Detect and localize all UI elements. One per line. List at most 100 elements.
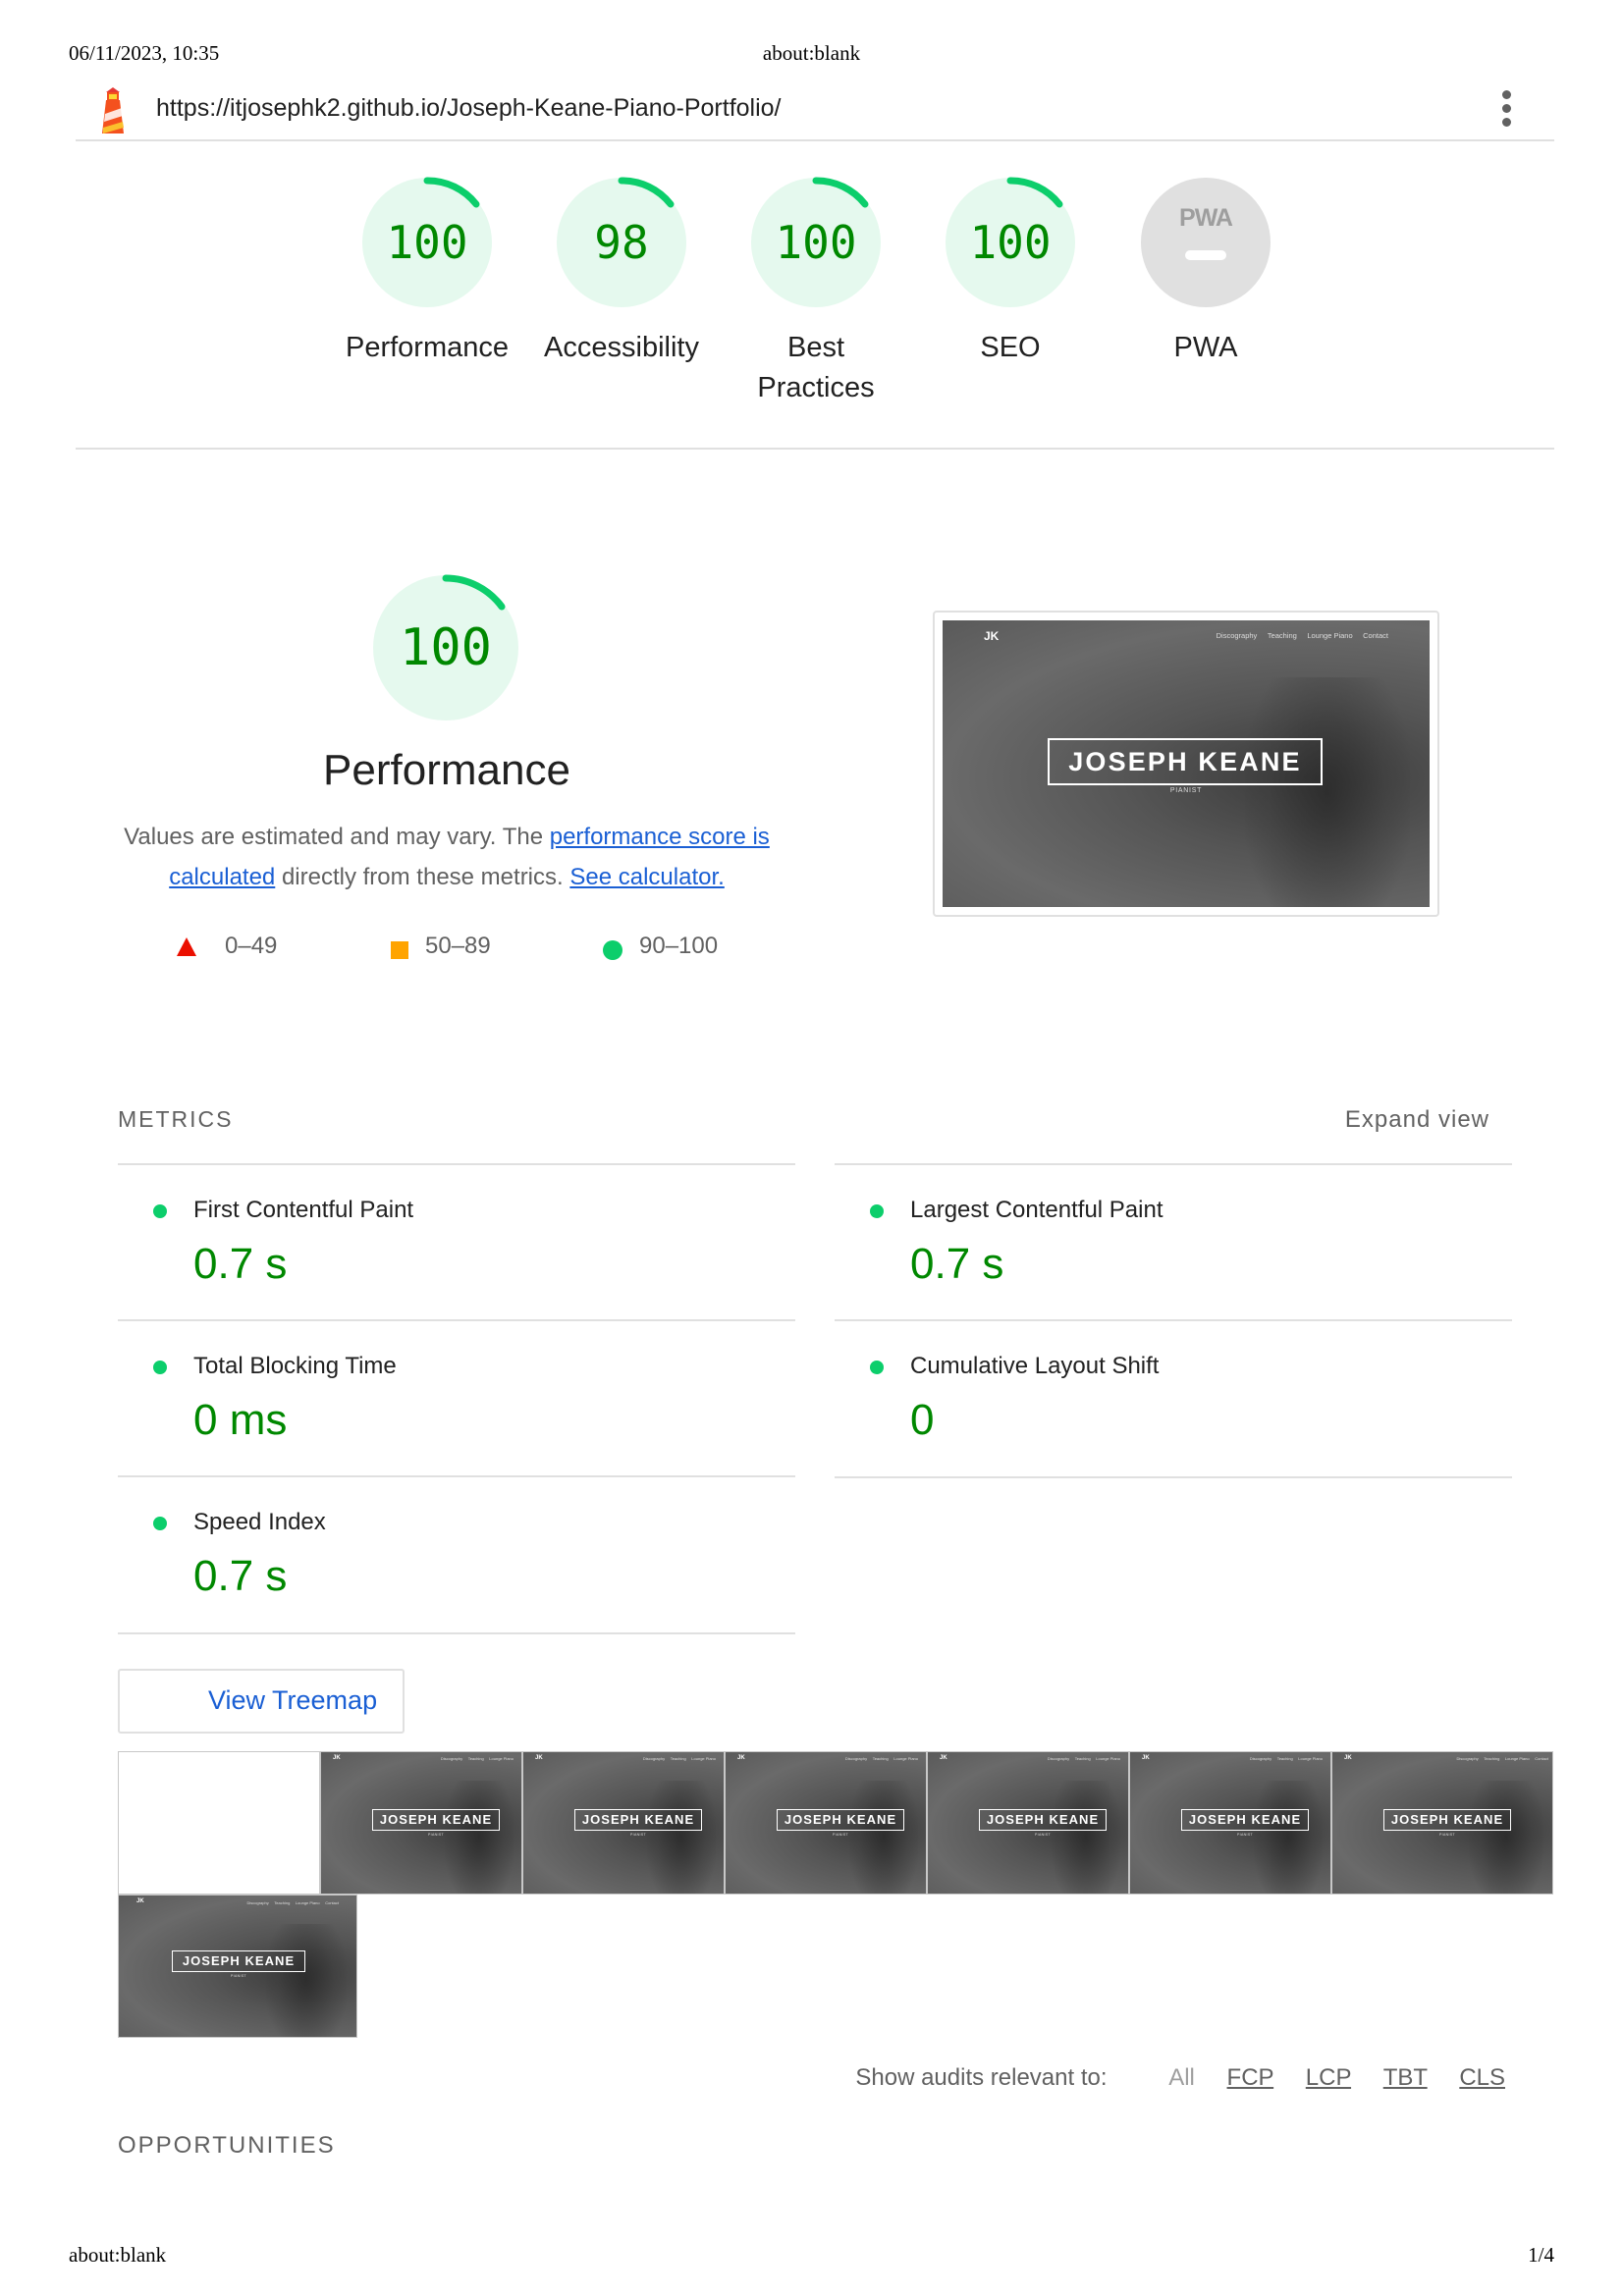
filter-lcp[interactable]: LCP xyxy=(1306,2064,1351,2091)
site-name-box: JOSEPH KEANE xyxy=(1181,1809,1309,1831)
opportunities-heading: OPPORTUNITIES xyxy=(118,2132,336,2159)
site-screenshot: JK Discography Teaching Lounge Piano JOSEP… xyxy=(1130,1752,1330,1894)
filter-all[interactable]: All xyxy=(1168,2064,1195,2091)
site-screenshot: JK Discography Teaching Lounge Piano Contac… xyxy=(943,620,1430,907)
gauge-score: 100 xyxy=(775,216,857,269)
fog-tree-image xyxy=(1468,1780,1544,1894)
site-nav-item: Teaching xyxy=(1276,1756,1293,1761)
filmstrip-frame: JK Discography Teaching Lounge Piano JOSEP… xyxy=(1129,1751,1331,1895)
site-screenshot: JK Discography Teaching Lounge Piano JOSEP… xyxy=(523,1752,724,1894)
metric-speed-index: Speed Index 0.7 s xyxy=(118,1475,795,1634)
site-logo: JK xyxy=(535,1755,543,1761)
filmstrip-frame: JK Discography Teaching Lounge Piano Contac… xyxy=(1331,1751,1553,1895)
filter-tbt[interactable]: TBT xyxy=(1383,2064,1428,2091)
site-nav-item: Contact xyxy=(1363,631,1388,640)
metric-label: Cumulative Layout Shift xyxy=(910,1353,1160,1379)
site-nav-item: Discography xyxy=(642,1756,666,1761)
view-treemap-label: View Treemap xyxy=(208,1685,378,1715)
metric-label: Total Blocking Time xyxy=(193,1353,397,1379)
performance-description: Values are estimated and may vary. The p… xyxy=(118,817,776,897)
site-nav-item: Teaching xyxy=(1267,631,1297,640)
site-nav: Discography Teaching Lounge Piano xyxy=(637,1756,716,1761)
pass-circle-icon xyxy=(153,1204,167,1218)
gauge-pwa[interactable]: PWA PWA xyxy=(1122,177,1289,368)
lighthouse-icon xyxy=(102,87,124,133)
site-nav-item: Lounge Piano xyxy=(1096,1756,1120,1761)
site-nav: Discography Teaching Lounge Piano xyxy=(1042,1756,1120,1761)
treemap-icon xyxy=(158,1687,186,1715)
site-nav-item: Discography xyxy=(440,1756,463,1761)
site-nav-item: Lounge Piano xyxy=(1298,1756,1323,1761)
pass-circle-icon xyxy=(153,1361,167,1374)
site-nav-item: Discography xyxy=(1216,631,1258,640)
metric-cls: Cumulative Layout Shift 0 xyxy=(835,1319,1512,1478)
site-nav-item: Discography xyxy=(246,1900,269,1905)
site-nav: Discography Teaching Lounge Piano xyxy=(435,1756,514,1761)
site-nav-item: Teaching xyxy=(670,1756,686,1761)
fog-tree-image xyxy=(1052,1780,1120,1894)
site-logo: JK xyxy=(1344,1755,1352,1761)
metric-lcp: Largest Contentful Paint 0.7 s xyxy=(835,1163,1512,1320)
site-name-box: JOSEPH KEANE xyxy=(1383,1809,1511,1831)
filmstrip-frame: JK Discography Teaching Lounge Piano JOSEP… xyxy=(320,1751,522,1895)
performance-title: Performance xyxy=(323,746,570,794)
na-dash-icon xyxy=(1185,250,1226,260)
site-nav-item: Discography xyxy=(1047,1756,1070,1761)
site-nav-item: Contact xyxy=(325,1900,339,1905)
category-gauges: 100 Performance 98 Accessibility 100 Bes… xyxy=(0,177,1623,412)
desc-text: Values are estimated and may vary. The xyxy=(124,824,550,850)
site-screenshot: JK Discography Teaching Lounge Piano JOSEP… xyxy=(726,1752,926,1894)
metric-tbt: Total Blocking Time 0 ms xyxy=(118,1319,795,1476)
audit-filter: Show audits relevant to: All FCP LCP TBT… xyxy=(855,2064,1505,2092)
site-nav-item: Lounge Piano xyxy=(893,1756,918,1761)
legend-fail-range: 0–49 xyxy=(225,933,278,959)
site-nav-item: Discography xyxy=(1249,1756,1272,1761)
report-topbar: https://itjosephk2.github.io/Joseph-Kean… xyxy=(76,82,1554,141)
site-logo: JK xyxy=(1142,1755,1150,1761)
site-nav-item: Lounge Piano xyxy=(295,1900,320,1905)
site-name-box: JOSEPH KEANE xyxy=(1048,738,1323,785)
site-nav-item: Discography xyxy=(1456,1756,1479,1761)
view-treemap-button[interactable]: View Treemap xyxy=(118,1669,405,1734)
pwa-icon: PWA xyxy=(1179,204,1233,232)
metric-value: 0 xyxy=(910,1396,935,1444)
filter-fcp[interactable]: FCP xyxy=(1227,2064,1274,2091)
report-url[interactable]: https://itjosephk2.github.io/Joseph-Kean… xyxy=(156,94,782,123)
gauge-performance[interactable]: 100 Performance xyxy=(344,177,511,368)
pass-circle-icon xyxy=(870,1204,884,1218)
site-nav-item: Discography xyxy=(844,1756,868,1761)
site-nav: Discography Teaching Lounge Piano xyxy=(839,1756,918,1761)
gauge-ring xyxy=(1141,178,1271,307)
legend-pass-range: 90–100 xyxy=(639,933,719,959)
gauge-seo[interactable]: 100 SEO xyxy=(927,177,1094,368)
fog-tree-image xyxy=(266,1923,348,2037)
expand-view-toggle[interactable]: Expand view xyxy=(1345,1106,1489,1134)
performance-score: 100 xyxy=(400,618,492,677)
site-screenshot: JK Discography Teaching Lounge Piano JOSEP… xyxy=(321,1752,521,1894)
site-nav-item: Lounge Piano xyxy=(1307,631,1353,640)
site-screenshot: JK Discography Teaching Lounge Piano JOSEP… xyxy=(928,1752,1128,1894)
site-nav-item: Lounge Piano xyxy=(691,1756,716,1761)
filter-cls[interactable]: CLS xyxy=(1459,2064,1505,2091)
filmstrip-frame-blank xyxy=(118,1751,320,1895)
site-nav-item: Teaching xyxy=(1074,1756,1091,1761)
metric-value: 0.7 s xyxy=(193,1240,288,1288)
site-nav-item: Teaching xyxy=(274,1900,291,1905)
metric-value: 0 ms xyxy=(193,1396,288,1444)
site-nav: Discography Teaching Lounge Piano Contact xyxy=(1451,1756,1548,1761)
final-screenshot: JK Discography Teaching Lounge Piano Contac… xyxy=(933,611,1439,917)
desc-text: directly from these metrics. xyxy=(275,864,570,890)
fail-triangle-icon xyxy=(177,937,196,956)
gauge-accessibility[interactable]: 98 Accessibility xyxy=(538,177,705,368)
site-subtitle: PIANIST xyxy=(629,1833,647,1837)
site-logo: JK xyxy=(984,629,1000,643)
gauge-score: 98 xyxy=(594,216,649,269)
average-square-icon xyxy=(391,941,408,959)
metric-label: First Contentful Paint xyxy=(193,1197,414,1223)
site-nav: Discography Teaching Lounge Piano xyxy=(1244,1756,1323,1761)
see-calculator-link[interactable]: See calculator. xyxy=(569,864,724,890)
kebab-menu-icon[interactable] xyxy=(1499,90,1513,130)
pass-circle-icon xyxy=(153,1517,167,1530)
site-name-box: JOSEPH KEANE xyxy=(172,1950,305,1972)
gauge-best-practices[interactable]: 100 Best Practices xyxy=(732,177,899,408)
